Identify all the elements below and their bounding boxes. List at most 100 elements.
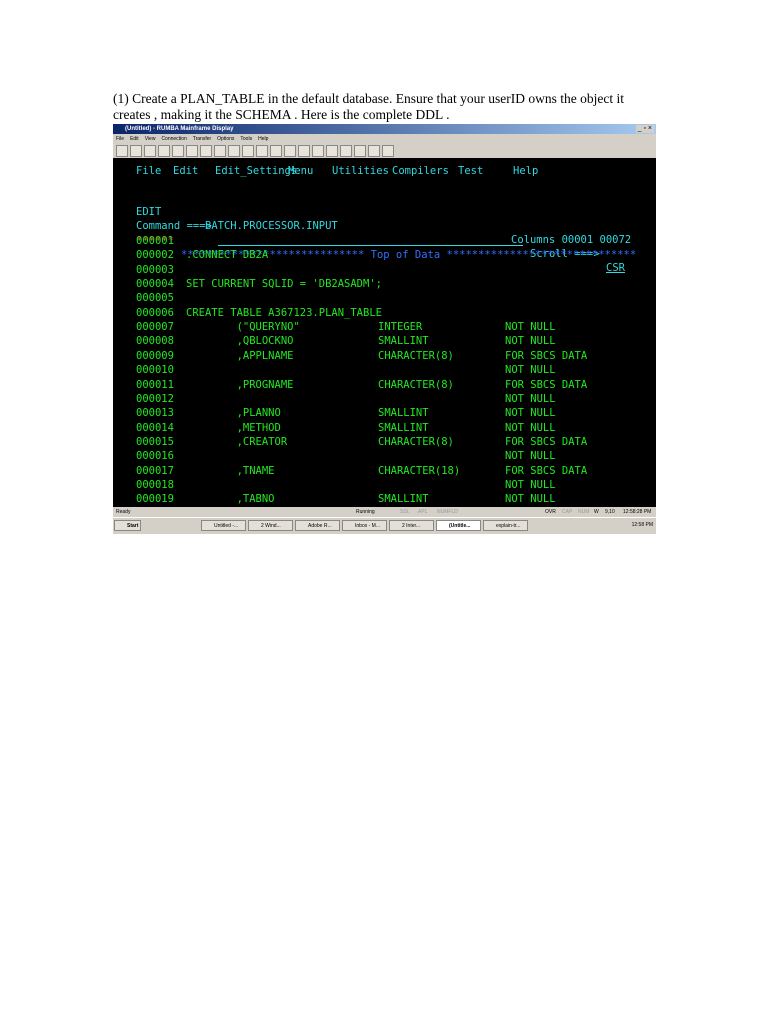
status-num: NUM — [578, 509, 590, 515]
menu-options[interactable]: Options — [217, 136, 234, 142]
menu-transfer[interactable]: Transfer — [193, 136, 211, 142]
terminal-screen[interactable]: File Edit Edit_Settings Menu Utilities Compil… — [113, 158, 656, 507]
paste-icon[interactable] — [200, 145, 212, 157]
ispf-menu-help[interactable]: Help — [513, 164, 538, 178]
menu-help[interactable]: Help — [258, 136, 268, 142]
record-icon[interactable] — [312, 145, 324, 157]
menu-edit[interactable]: Edit — [130, 136, 139, 142]
line-code[interactable]: ,TNAME — [186, 464, 275, 478]
taskbar-task[interactable]: Adobe R... — [295, 520, 340, 531]
taskbar-task[interactable]: (Untitle... — [436, 520, 481, 531]
line-number[interactable]: 000001 — [136, 234, 174, 248]
line-type: SMALLINT — [378, 493, 429, 506]
line-type: SMALLINT — [378, 407, 429, 420]
dataset-name: BATCH.PROCESSOR.INPUT — [205, 220, 338, 232]
taskbar-task[interactable]: explain-tr... — [483, 520, 528, 531]
menu-connection[interactable]: Connection — [161, 136, 186, 142]
ispf-menu-compilers[interactable]: Compilers — [392, 164, 449, 178]
line-code[interactable]: .CONNECT DB2A — [186, 248, 268, 262]
line-number[interactable]: 000008 — [136, 334, 174, 348]
send-icon[interactable] — [242, 145, 254, 157]
line-number[interactable]: 000014 — [136, 421, 174, 435]
line-number[interactable]: 000012 — [136, 392, 174, 406]
command-input[interactable] — [218, 233, 523, 246]
line-number[interactable]: 000006 — [136, 306, 174, 320]
cut-icon[interactable] — [172, 145, 184, 157]
line-number[interactable]: 000004 — [136, 277, 174, 291]
taskbar-task[interactable]: Inbox - M... — [342, 520, 387, 531]
line-number[interactable]: 000015 — [136, 435, 174, 449]
line-code[interactable]: CREATE TABLE A367123.PLAN_TABLE — [186, 306, 382, 320]
download-icon[interactable] — [284, 145, 296, 157]
record-macro-icon[interactable] — [368, 145, 380, 157]
ispf-menu-edit_settings[interactable]: Edit_Settings — [215, 164, 297, 178]
columns-indicator: Columns 00001 00072 — [511, 234, 632, 246]
caption-text: (1) Create a PLAN_TABLE in the default d… — [113, 91, 625, 122]
menu-tools[interactable]: Tools — [240, 136, 252, 142]
open-icon[interactable] — [130, 145, 142, 157]
new-icon[interactable] — [116, 145, 128, 157]
rumba-window: (Untitled) - RUMBA Mainframe Display _ ▫… — [113, 124, 656, 534]
line-number[interactable]: 000019 — [136, 492, 174, 506]
line-number[interactable]: 000010 — [136, 363, 174, 377]
line-number[interactable]: 000011 — [136, 378, 174, 392]
status-numfld: NUMFLD — [437, 509, 458, 515]
line-number[interactable]: 000013 — [136, 406, 174, 420]
print-icon[interactable] — [158, 145, 170, 157]
line-attr: NOT NULL — [505, 364, 556, 377]
line-code[interactable]: ,PLANNO — [186, 406, 281, 420]
line-number[interactable]: 000017 — [136, 464, 174, 478]
ispf-menu-menu[interactable]: Menu — [288, 164, 313, 178]
status-ovr: OVR — [545, 509, 556, 515]
line-code[interactable]: ("QUERYNO" — [186, 320, 300, 334]
line-code[interactable]: ,TABNO — [186, 492, 275, 506]
status-running: Running — [356, 509, 375, 515]
tray-clock: 12:58 PM — [631, 522, 653, 528]
copy-icon[interactable] — [186, 145, 198, 157]
status-bar: Ready Running SSL APL NUMFLD OVR CAP NUM… — [113, 507, 656, 517]
play-icon[interactable] — [354, 145, 366, 157]
line-number[interactable]: 000007 — [136, 320, 174, 334]
line-number[interactable]: 000002 — [136, 248, 174, 262]
window-controls[interactable]: _ ▫ × — [635, 125, 654, 133]
start-button[interactable]: Start — [114, 520, 141, 531]
line-code[interactable]: ,PROGNAME — [186, 378, 294, 392]
screen-icon[interactable] — [228, 145, 240, 157]
upload-icon[interactable] — [270, 145, 282, 157]
pause-icon[interactable] — [382, 145, 394, 157]
macro-icon[interactable] — [298, 145, 310, 157]
ispf-menu-file[interactable]: File — [136, 164, 161, 178]
line-attr: FOR SBCS DATA — [505, 349, 588, 362]
save-icon[interactable] — [144, 145, 156, 157]
line-type: CHARACTER(18) — [378, 464, 461, 477]
ispf-menu-utilities[interactable]: Utilities — [332, 164, 389, 178]
line-code[interactable]: ,METHOD — [186, 421, 281, 435]
scroll-input[interactable]: CSR — [606, 261, 632, 275]
status-ssl: SSL — [400, 509, 410, 515]
undo-icon[interactable] — [214, 145, 226, 157]
taskbar-task[interactable]: 2 Inter... — [389, 520, 434, 531]
line-number[interactable]: 000009 — [136, 349, 174, 363]
line-type: SMALLINT — [378, 421, 429, 434]
line-type: CHARACTER(8) — [378, 435, 454, 448]
help-icon[interactable] — [340, 145, 352, 157]
top-of-data: ****** ***************************** Top… — [113, 220, 636, 261]
ispf-menu-edit[interactable]: Edit — [173, 164, 198, 178]
line-number[interactable]: 000018 — [136, 478, 174, 492]
line-number[interactable]: 000003 — [136, 263, 174, 277]
taskbar-task[interactable]: 2 Wind... — [248, 520, 293, 531]
line-code[interactable]: SET CURRENT SQLID = 'DB2ASADM'; — [186, 277, 382, 291]
line-attr: FOR SBCS DATA — [505, 435, 588, 448]
line-number[interactable]: 000005 — [136, 291, 174, 305]
line-code[interactable]: ,QBLOCKNO — [186, 334, 294, 348]
taskbar-task[interactable]: Untitled -... — [201, 520, 246, 531]
line-number[interactable]: 000016 — [136, 449, 174, 463]
menu-file[interactable]: File — [116, 136, 124, 142]
ispf-menu-test[interactable]: Test — [458, 164, 483, 178]
receive-icon[interactable] — [256, 145, 268, 157]
keyboard-icon[interactable] — [326, 145, 338, 157]
command-line: Command ===> Scroll ===> CSR — [113, 205, 625, 274]
menu-view[interactable]: View — [145, 136, 156, 142]
line-code[interactable]: ,CREATOR — [186, 435, 288, 449]
line-code[interactable]: ,APPLNAME — [186, 349, 294, 363]
